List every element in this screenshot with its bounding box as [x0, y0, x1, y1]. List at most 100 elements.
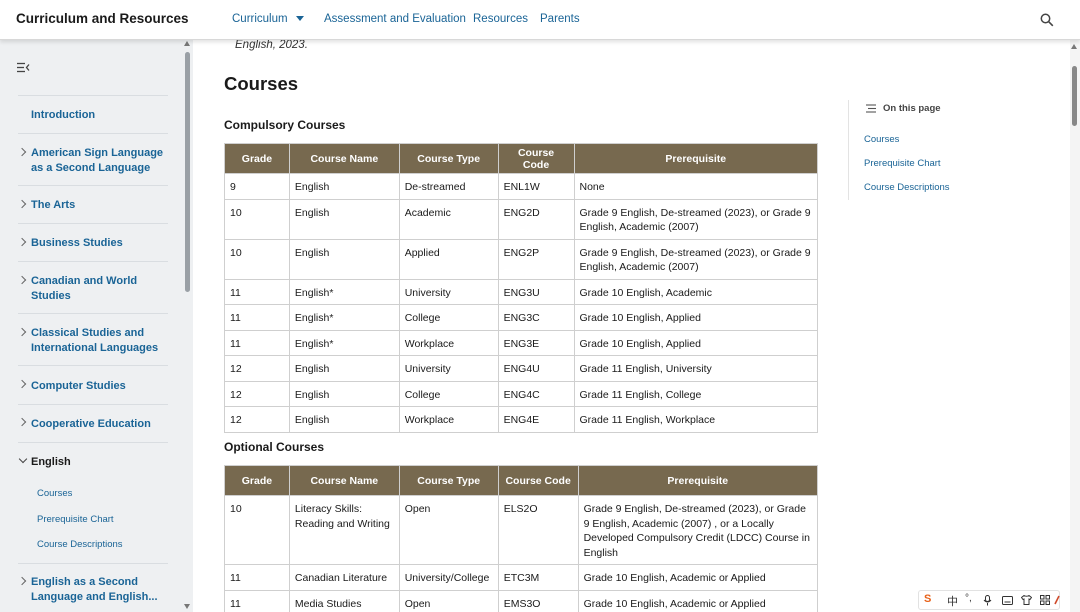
microphone-icon[interactable] [983, 595, 992, 606]
toc-link-courses[interactable]: Courses [864, 134, 899, 145]
sidebar-divider [18, 133, 168, 134]
col-header-course-code: Course Code [497, 465, 579, 496]
cell-course-code: EMS3O [497, 589, 579, 612]
sidebar-sub-prerequisite-chart[interactable]: Prerequisite Chart [37, 514, 114, 525]
sidebar-collapse-icon[interactable] [17, 62, 30, 73]
col-header-grade: Grade [224, 143, 290, 174]
cell-course-type: Open [398, 495, 499, 565]
cell-grade: 12 [224, 380, 290, 407]
sidebar-sub-courses[interactable]: Courses [37, 488, 72, 499]
cell-course-name: Canadian Literature [288, 564, 400, 591]
sidebar-item-canadian-world[interactable]: Canadian and World Studies [31, 274, 166, 303]
grid-icon[interactable] [1040, 595, 1050, 605]
cell-grade: 11 [224, 304, 290, 331]
sidebar-item-arts[interactable]: The Arts [31, 198, 166, 213]
ime-language-toggle[interactable]: 中 [947, 593, 958, 609]
cell-course-name: Literacy Skills: Reading and Writing [288, 495, 400, 565]
table-header-row: Grade Course Name Course Type Course Cod… [224, 143, 818, 174]
list-icon [866, 104, 876, 113]
table-row: 10 English Applied ENG2P Grade 9 English… [224, 238, 818, 280]
cell-course-code: ENG3U [497, 278, 575, 305]
cell-course-name: English [288, 406, 400, 433]
optional-courses-table: Grade Course Name Course Type Course Cod… [224, 465, 819, 612]
cell-course-name: English [288, 173, 400, 200]
cell-course-name: English [288, 198, 400, 240]
table-row: 12 English Workplace ENG4E Grade 11 Engl… [224, 406, 818, 433]
cell-course-code: ENL1W [497, 173, 575, 200]
scroll-up-arrow-icon[interactable] [184, 41, 190, 46]
sidebar-item-esl[interactable]: English as a Second Language and English… [31, 575, 166, 604]
nav-assessment[interactable]: Assessment and Evaluation [324, 13, 466, 25]
cell-grade: 12 [224, 406, 290, 433]
cell-grade: 10 [224, 198, 290, 240]
cell-course-code: ENG2P [497, 238, 575, 280]
sidebar-divider [18, 442, 168, 443]
cell-course-type: University/College [398, 564, 499, 591]
scroll-up-arrow-icon[interactable] [1071, 44, 1077, 49]
compulsory-courses-table: Grade Course Name Course Type Course Cod… [224, 143, 818, 433]
sidebar-divider [18, 365, 168, 366]
cell-course-code: ENG2D [497, 198, 575, 240]
sidebar-item-english[interactable]: English [31, 455, 166, 470]
punctuation-icon[interactable]: °, [965, 593, 972, 604]
scroll-down-arrow-icon[interactable] [184, 604, 190, 609]
col-header-prerequisite: Prerequisite [573, 143, 818, 174]
cell-prerequisite: Grade 11 English, University [573, 355, 818, 382]
cell-prerequisite: Grade 9 English, De-streamed (2023), or … [577, 495, 819, 565]
table-header-row: Grade Course Name Course Type Course Cod… [224, 465, 819, 496]
cell-course-code: ENG3E [497, 329, 575, 356]
sidebar-item-introduction[interactable]: Introduction [31, 108, 166, 123]
search-icon[interactable] [1040, 13, 1054, 27]
sidebar-item-computer[interactable]: Computer Studies [31, 379, 166, 394]
cell-course-code: ETC3M [497, 564, 579, 591]
cell-grade: 11 [224, 589, 290, 612]
compulsory-courses-heading: Compulsory Courses [224, 118, 346, 132]
ime-logo[interactable]: S [924, 593, 931, 605]
site-brand[interactable]: Curriculum and Resources [16, 11, 189, 26]
nav-curriculum[interactable]: Curriculum [232, 13, 304, 25]
keyboard-icon[interactable] [1002, 596, 1013, 605]
ime-toolbar: S 中 °, [918, 590, 1060, 610]
table-row: 11 English* College ENG3C Grade 10 Engli… [224, 304, 818, 331]
sidebar-scroll-thumb[interactable] [185, 52, 190, 292]
main-scroll-thumb[interactable] [1072, 66, 1077, 126]
cell-prerequisite: None [573, 173, 818, 200]
page-title: Courses [224, 73, 299, 94]
col-header-course-type: Course Type [398, 143, 499, 174]
nav-parents[interactable]: Parents [540, 13, 580, 25]
table-row: 10 Literacy Skills: Reading and Writing … [224, 495, 819, 565]
cell-prerequisite: Grade 10 English, Academic or Applied [577, 564, 819, 591]
cell-grade: 11 [224, 329, 290, 356]
optional-courses-heading: Optional Courses [224, 440, 325, 454]
top-header: Curriculum and Resources Curriculum Asse… [0, 0, 1080, 40]
cell-course-name: Media Studies [288, 589, 400, 612]
col-header-course-code: Course Code [497, 143, 575, 174]
cell-grade: 10 [224, 495, 290, 565]
sidebar-divider [18, 563, 168, 564]
cell-course-code: ENG4E [497, 406, 575, 433]
toc-link-prerequisite-chart[interactable]: Prerequisite Chart [864, 158, 941, 169]
sidebar-sub-course-descriptions[interactable]: Course Descriptions [37, 539, 123, 550]
cell-course-type: College [398, 380, 499, 407]
cell-grade: 10 [224, 238, 290, 280]
cell-course-name: English* [288, 329, 400, 356]
tools-icon[interactable] [1054, 595, 1060, 605]
cell-course-code: ENG3C [497, 304, 575, 331]
sidebar-item-cooperative[interactable]: Cooperative Education [31, 417, 166, 432]
sidebar-item-classical[interactable]: Classical Studies and International Lang… [31, 326, 166, 355]
nav-resources[interactable]: Resources [473, 13, 528, 25]
shirt-icon[interactable] [1021, 595, 1032, 605]
cell-course-name: English [288, 355, 400, 382]
cell-course-name: English [288, 238, 400, 280]
sidebar-item-business[interactable]: Business Studies [31, 236, 166, 251]
table-row: 11 Media Studies Open EMS3O Grade 10 Eng… [224, 589, 819, 612]
caret-down-icon [295, 16, 304, 22]
cell-course-type: Workplace [398, 329, 499, 356]
on-this-page-title: On this page [883, 103, 941, 114]
cell-grade: 11 [224, 278, 290, 305]
col-header-prerequisite: Prerequisite [577, 465, 819, 496]
cell-prerequisite: Grade 10 English, Applied [573, 304, 818, 331]
sidebar-item-asl[interactable]: American Sign Language as a Second Langu… [31, 146, 166, 175]
toc-link-course-descriptions[interactable]: Course Descriptions [864, 182, 950, 193]
sidebar-divider [18, 313, 168, 314]
